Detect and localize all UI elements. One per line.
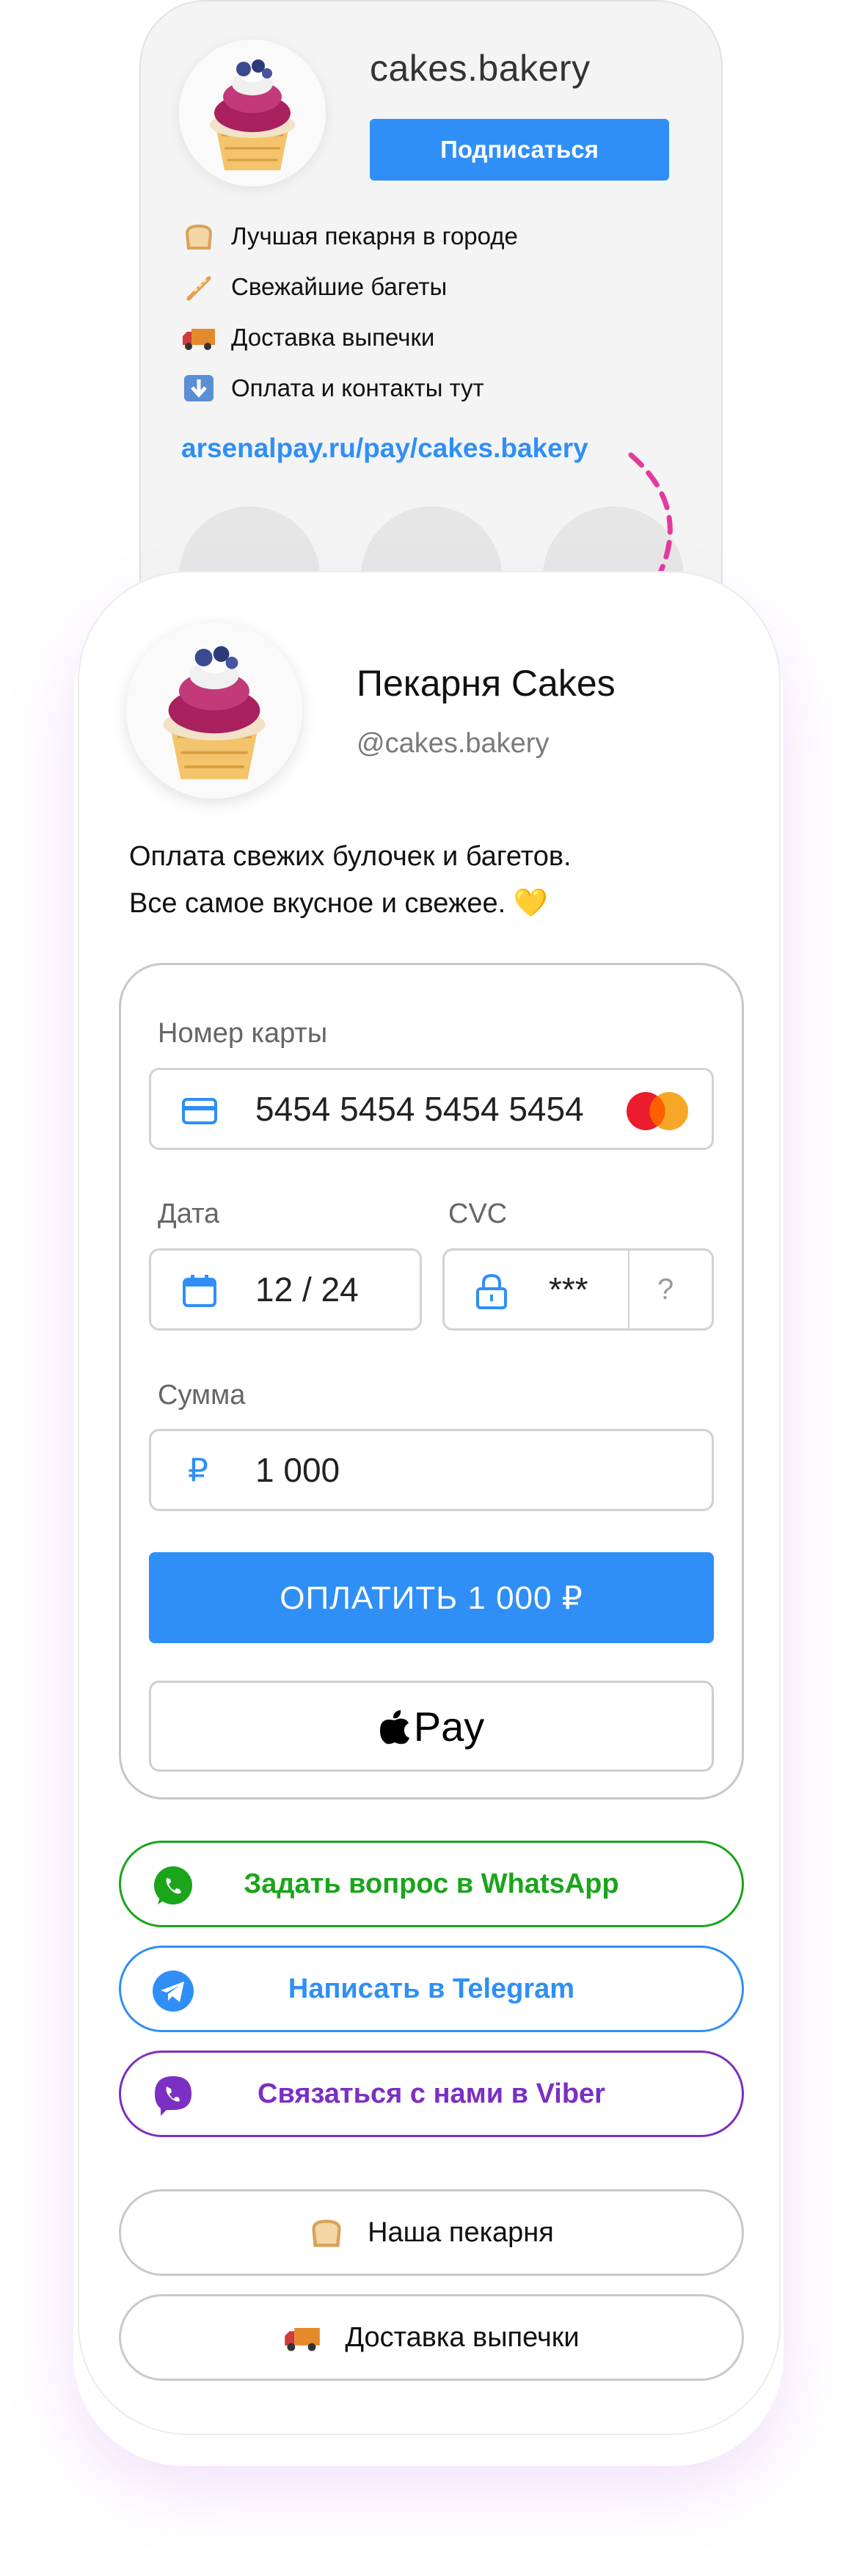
bio-text: Оплата и контакты тут — [231, 374, 484, 401]
delivery-label: Доставка выпечки — [345, 2321, 580, 2353]
whatsapp-label: Задать вопрос в WhatsApp — [244, 1868, 619, 1899]
ruble-icon: ₽ — [188, 1452, 208, 1488]
viber-icon — [155, 2076, 191, 2116]
page-handle: @cakes.bakery — [357, 728, 550, 759]
truck-icon — [283, 2321, 321, 2354]
viber-label: Связаться с нами в Viber — [258, 2078, 605, 2109]
apple-pay-label: Pay — [413, 1703, 485, 1750]
telegram-label: Написать в Telegram — [288, 1973, 575, 2004]
profile-link[interactable]: arsenalpay.ru/pay/cakes.bakery — [181, 433, 588, 464]
bio-line-2: Свежайшие багеты — [181, 272, 447, 302]
amount-label: Сумма — [158, 1380, 246, 1411]
date-value: 12 / 24 — [255, 1270, 359, 1309]
amount-field[interactable]: ₽ 1 000 — [149, 1429, 714, 1511]
credit-card-icon — [182, 1098, 217, 1124]
card-number-label: Номер карты — [158, 1018, 328, 1049]
cupcake-image — [126, 622, 302, 798]
cupcake-image — [179, 40, 326, 186]
delivery-link[interactable]: Доставка выпечки — [119, 2294, 744, 2381]
cvc-help-button[interactable]: ? — [657, 1273, 674, 1306]
apple-logo-icon — [379, 1710, 409, 1744]
payment-page-card: Пекарня Cakes @cakes.bakery Оплата свежи… — [78, 571, 781, 2435]
date-label: Дата — [158, 1198, 220, 1229]
page-description: Оплата свежих булочек и багетов. Все сам… — [129, 833, 572, 927]
down-arrow-icon — [181, 374, 216, 403]
pay-button[interactable]: ОПЛАТИТЬ 1 000 ₽ — [149, 1552, 714, 1643]
bio-text: Доставка выпечки — [231, 324, 435, 351]
lock-icon — [476, 1273, 507, 1309]
description-line: Оплата свежих булочек и багетов. — [129, 841, 572, 872]
whatsapp-icon — [154, 1866, 192, 1904]
description-line: Все самое вкусное и свежее. 💛 — [129, 888, 549, 919]
payment-form: Номер карты 5454 5454 5454 5454 Дата CVC — [119, 963, 744, 1800]
our-bakery-link[interactable]: Наша пекарня — [119, 2189, 744, 2276]
mastercard-icon — [627, 1092, 688, 1130]
cvc-value: *** — [549, 1270, 588, 1309]
date-field[interactable]: 12 / 24 — [149, 1248, 422, 1331]
page-avatar — [126, 622, 302, 798]
bio-line-4: Оплата и контакты тут — [181, 374, 484, 403]
cvc-label: CVC — [448, 1198, 508, 1229]
truck-icon — [181, 323, 216, 352]
subscribe-button[interactable]: Подписаться — [370, 119, 669, 181]
our-bakery-label: Наша пекарня — [368, 2216, 554, 2248]
bio-text: Лучшая пекарня в городе — [231, 222, 518, 250]
apple-pay-button[interactable]: Pay — [149, 1681, 714, 1772]
telegram-button[interactable]: Написать в Telegram — [119, 1946, 744, 2032]
cvc-field[interactable]: *** ? — [442, 1248, 714, 1331]
bio-text: Свежайшие багеты — [231, 273, 448, 300]
card-number-value: 5454 5454 5454 5454 — [255, 1090, 584, 1128]
card-number-field[interactable]: 5454 5454 5454 5454 — [149, 1068, 714, 1150]
bio-line-3: Доставка выпечки — [181, 323, 434, 352]
telegram-icon — [153, 1971, 194, 2012]
viber-button[interactable]: Связаться с нами в Viber — [119, 2051, 744, 2137]
profile-avatar[interactable] — [179, 40, 326, 186]
page-title: Пекарня Cakes — [357, 663, 616, 704]
profile-username: cakes.bakery — [370, 48, 591, 89]
bread-icon — [309, 2216, 344, 2249]
baguette-icon — [181, 272, 216, 302]
cvc-divider — [628, 1251, 629, 1328]
amount-value: 1 000 — [255, 1451, 340, 1489]
bread-icon — [181, 222, 216, 251]
whatsapp-button[interactable]: Задать вопрос в WhatsApp — [119, 1841, 744, 1927]
bio-line-1: Лучшая пекарня в городе — [181, 222, 518, 251]
calendar-icon — [183, 1275, 216, 1307]
